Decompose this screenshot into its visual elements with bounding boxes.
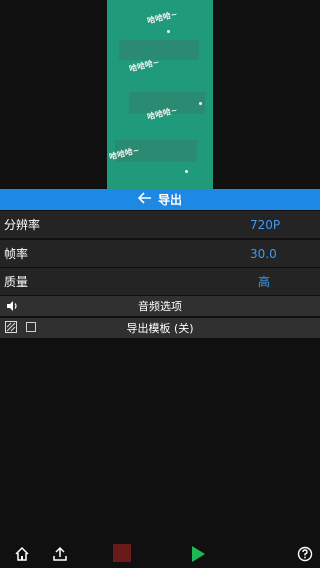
video-preview[interactable]: 哈哈哈~ 哈哈哈~ 哈哈哈~ 哈哈哈~ [107, 0, 213, 189]
quality-row[interactable]: 质量 高 [0, 268, 320, 295]
resolution-value[interactable]: 720P [250, 218, 280, 232]
resolution-label: 分辨率 [4, 218, 41, 232]
upload-icon[interactable] [50, 544, 70, 564]
framerate-label: 帧率 [4, 247, 29, 261]
preview-overlay-text: 哈哈哈~ [146, 9, 179, 26]
export-template-label: 导出模板 (关) [126, 322, 194, 335]
audio-options-bar[interactable]: 音频选项 [0, 296, 320, 316]
play-icon[interactable] [188, 544, 208, 564]
framerate-row[interactable]: 帧率 30.0 [0, 240, 320, 267]
speaker-icon [5, 299, 19, 316]
template-checkbox[interactable] [26, 322, 36, 332]
preview-sparkle [167, 30, 170, 33]
preview-band [119, 40, 199, 60]
quality-value[interactable]: 高 [258, 273, 270, 290]
audio-options-label: 音频选项 [138, 300, 182, 313]
preview-sparkle [199, 102, 202, 105]
template-grid-icon [5, 321, 17, 336]
framerate-value[interactable]: 30.0 [250, 247, 277, 261]
help-icon[interactable] [295, 544, 315, 564]
bottom-toolbar [0, 538, 320, 568]
quality-label: 质量 [4, 275, 29, 289]
preview-sparkle [185, 170, 188, 173]
resolution-row[interactable]: 分辨率 720P [0, 211, 320, 238]
home-icon[interactable] [12, 544, 32, 564]
page-title: 导出 [157, 193, 182, 207]
arrow-left-icon[interactable] [137, 192, 152, 207]
export-header: 导出 [0, 189, 320, 210]
export-template-bar[interactable]: 导出模板 (关) [0, 318, 320, 338]
stop-icon[interactable] [113, 544, 131, 562]
preview-area: 哈哈哈~ 哈哈哈~ 哈哈哈~ 哈哈哈~ [0, 0, 320, 189]
